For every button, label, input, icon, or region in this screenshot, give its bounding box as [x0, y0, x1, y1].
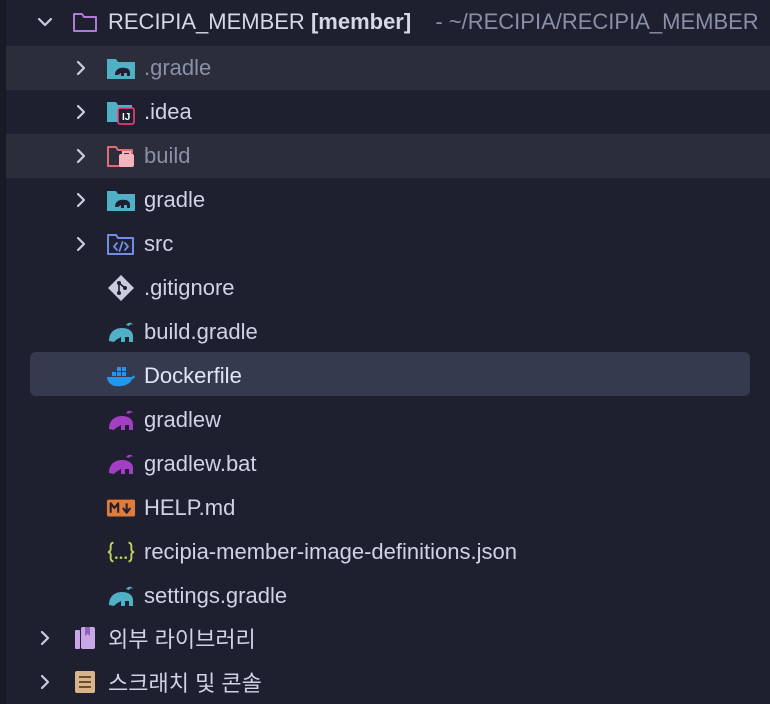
tree-item-build-gradle[interactable]: build.gradle	[6, 310, 770, 354]
source-folder-icon	[106, 229, 136, 259]
chevron-right-icon[interactable]	[68, 143, 94, 169]
tree-item-gitignore[interactable]: .gitignore	[6, 266, 770, 310]
gradle-wrapper-icon	[106, 449, 136, 479]
chevron-right-icon[interactable]	[32, 625, 58, 651]
chevron-right-icon[interactable]	[68, 55, 94, 81]
project-tree: RECIPIA_MEMBER [member] - ~/RECIPIA/RECI…	[0, 0, 770, 704]
tree-item-dockerfile[interactable]: Dockerfile	[6, 354, 770, 398]
root-module: [member]	[310, 9, 412, 34]
tree-item-label: .idea	[144, 99, 192, 124]
root-path: - ~/RECIPIA/RECIPIA_MEMBER	[435, 9, 759, 34]
tree-item-settings-gradle[interactable]: settings.gradle	[6, 574, 770, 618]
excluded-folder-icon	[106, 141, 136, 171]
tree-item-label: src	[144, 231, 174, 256]
gradle-folder-icon	[106, 53, 136, 83]
tree-item-help-md[interactable]: HELP.md	[6, 486, 770, 530]
scratches-icon	[70, 667, 100, 697]
svg-text:IJ: IJ	[122, 112, 130, 123]
chevron-right-icon[interactable]	[68, 99, 94, 125]
gradle-file-icon	[106, 317, 136, 347]
chevron-right-icon[interactable]	[68, 187, 94, 213]
tree-item-label: gradle	[144, 187, 206, 212]
tree-item-label: HELP.md	[144, 495, 236, 520]
tree-item-dot-gradle[interactable]: .gradle	[6, 46, 770, 90]
library-icon	[70, 623, 100, 653]
json-icon	[106, 537, 136, 567]
tree-item-label: gradlew.bat	[144, 451, 257, 476]
gradle-wrapper-icon	[106, 405, 136, 435]
markdown-icon	[106, 493, 136, 523]
tree-item-label: .gitignore	[144, 275, 235, 300]
tree-item-gradlew[interactable]: gradlew	[6, 398, 770, 442]
tree-item-src[interactable]: src	[6, 222, 770, 266]
git-icon	[106, 273, 136, 303]
chevron-right-icon[interactable]	[68, 231, 94, 257]
tree-item-external-libraries[interactable]: 외부 라이브러리	[6, 616, 770, 660]
tree-root-row[interactable]: RECIPIA_MEMBER [member] - ~/RECIPIA/RECI…	[6, 0, 770, 44]
tree-item-label: Dockerfile	[144, 363, 242, 388]
tree-item-label: build	[144, 143, 191, 168]
tree-item-json[interactable]: recipia-member-image-definitions.json	[6, 530, 770, 574]
chevron-right-icon[interactable]	[32, 669, 58, 695]
docker-icon	[106, 361, 136, 391]
tree-item-label: 외부 라이브러리	[108, 627, 256, 652]
root-name: RECIPIA_MEMBER	[108, 9, 305, 34]
tree-item-label: 스크래치 및 콘솔	[108, 671, 262, 696]
tree-item-build[interactable]: build	[6, 134, 770, 178]
gradle-folder-icon	[106, 185, 136, 215]
tree-item-gradle[interactable]: gradle	[6, 178, 770, 222]
tree-item-label: gradlew	[144, 407, 222, 432]
tree-item-gradlew-bat[interactable]: gradlew.bat	[6, 442, 770, 486]
tree-item-label: recipia-member-image-definitions.json	[144, 539, 517, 564]
folder-icon	[70, 7, 100, 37]
chevron-down-icon[interactable]	[32, 9, 58, 35]
tree-item-label: build.gradle	[144, 319, 258, 344]
idea-folder-icon: IJ	[106, 97, 136, 127]
tree-item-dot-idea[interactable]: IJ .idea	[6, 90, 770, 134]
tree-item-scratches[interactable]: 스크래치 및 콘솔	[6, 660, 770, 704]
root-label: RECIPIA_MEMBER [member] - ~/RECIPIA/RECI…	[108, 9, 759, 35]
gradle-file-icon	[106, 581, 136, 611]
tree-item-label: settings.gradle	[144, 583, 288, 608]
tree-item-label: .gradle	[144, 55, 212, 80]
